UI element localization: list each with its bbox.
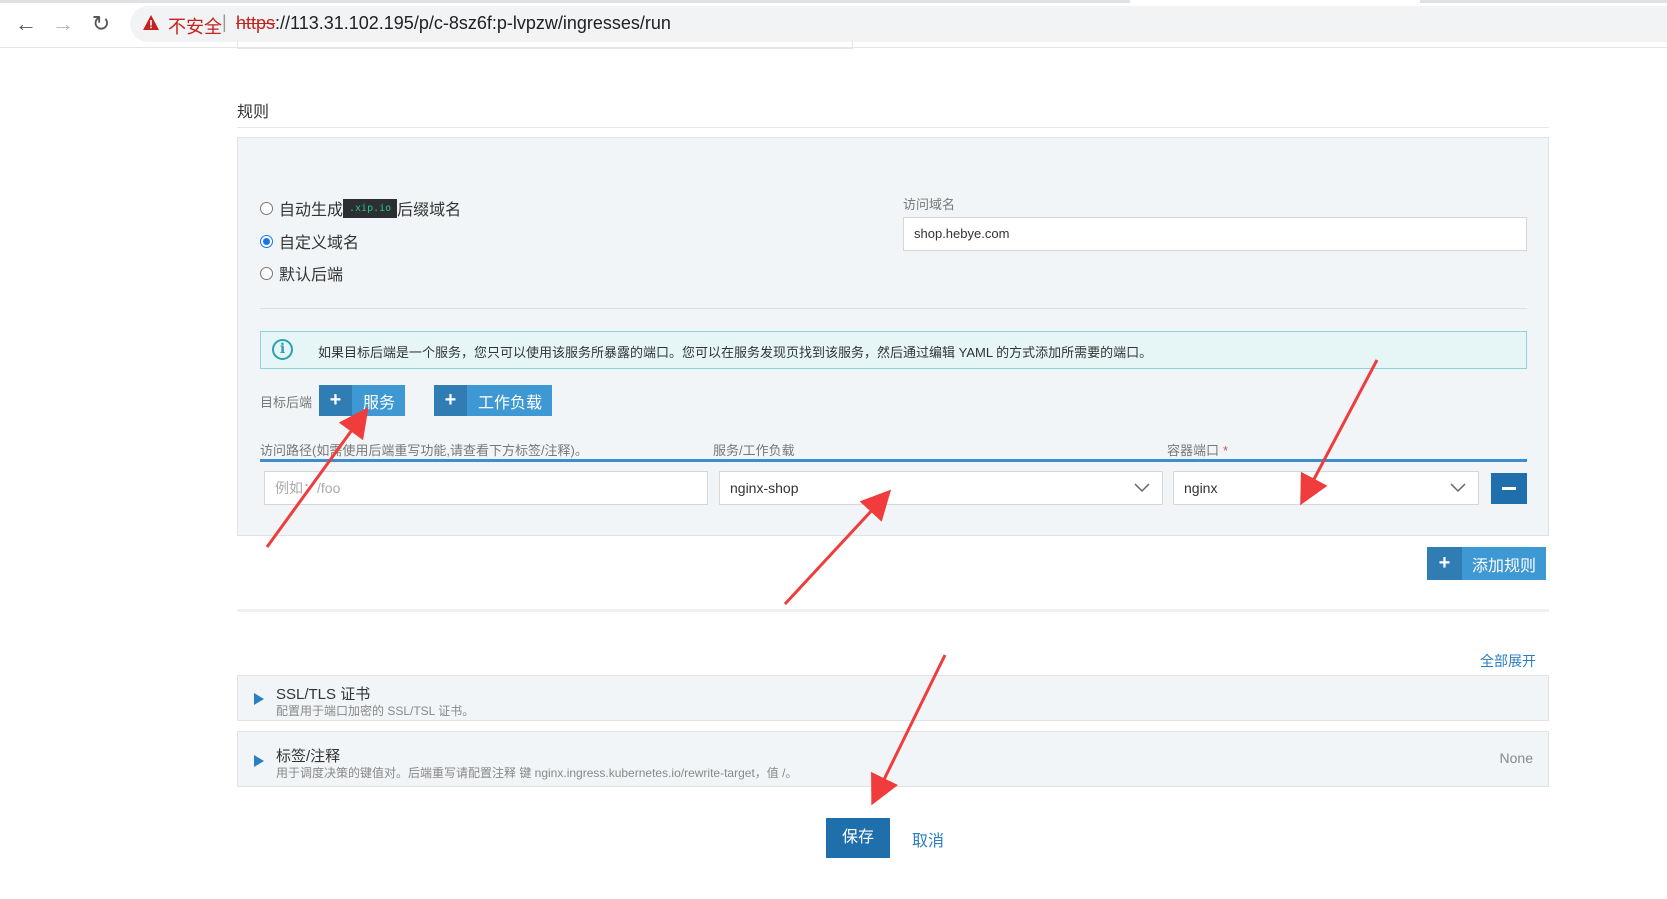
cancel-button[interactable]: 取消 xyxy=(912,827,944,851)
url-scheme: https xyxy=(236,13,276,33)
required-marker: * xyxy=(1223,443,1229,458)
info-icon: i xyxy=(272,339,293,360)
tab-strip-edge xyxy=(1420,0,1667,3)
info-message: 如果目标后端是一个服务，您只可以使用该服务所暴露的端口。您可以在服务发现页找到该… xyxy=(318,345,1153,360)
save-button[interactable]: 保存 xyxy=(826,818,890,858)
radio-default-backend[interactable]: 默认后端 xyxy=(260,261,343,285)
hostname-label: 访问域名 xyxy=(903,197,956,212)
radio-button[interactable] xyxy=(260,201,273,215)
port-select[interactable]: nginx xyxy=(1173,471,1479,505)
xip-suffix-code: .xip.io xyxy=(343,198,398,218)
radio-button[interactable] xyxy=(260,266,273,280)
add-service-label: 服务 xyxy=(363,394,396,412)
url-path: ://113.31.102.195/p/c-8sz6f:p-lvpzw/ingr… xyxy=(275,13,671,33)
radio-label: 默认后端 xyxy=(279,267,344,284)
address-separator: | xyxy=(222,12,227,32)
add-workload-button[interactable]: + 工作负载 xyxy=(434,385,553,416)
back-icon[interactable]: ← xyxy=(12,10,40,38)
chevron-down-icon xyxy=(1134,483,1150,493)
expand-triangle-icon xyxy=(254,755,264,767)
rule-panel: 自动生成 .xip.io 后缀域名 自定义域名 默认后端 访问域名 shop.h… xyxy=(237,137,1549,536)
accordion-labels[interactable]: 标签/注释 用于调度决策的键值对。后端重写请配置注释 键 nginx.ingre… xyxy=(237,731,1549,787)
radio-button-selected[interactable] xyxy=(260,234,273,248)
add-service-button[interactable]: + 服务 xyxy=(319,385,406,416)
expand-triangle-icon xyxy=(254,693,264,705)
service-select-value: nginx-shop xyxy=(730,480,799,496)
radio-label: 自定义域名 xyxy=(279,235,360,252)
path-input[interactable]: 例如：/foo xyxy=(264,471,708,505)
table-header-underline xyxy=(260,459,1527,462)
accordion-title: SSL/TLS 证书 xyxy=(276,686,371,703)
plus-icon: + xyxy=(434,385,467,416)
port-column-header: 容器端口 * xyxy=(1167,440,1228,459)
address-bar[interactable]: 不安全 | https://113.31.102.195/p/c-8sz6f:p… xyxy=(130,6,1667,42)
accordion-description: 配置用于端口加密的 SSL/TSL 证书。 xyxy=(276,704,475,718)
chevron-down-icon xyxy=(1450,483,1466,493)
rules-section-title: 规则 xyxy=(237,104,270,121)
info-banner: i 如果目标后端是一个服务，您只可以使用该服务所暴露的端口。您可以在服务发现页找… xyxy=(260,331,1527,369)
accordion-description: 用于调度决策的键值对。后端重写请配置注释 键 nginx.ingress.kub… xyxy=(276,766,798,780)
radio-custom-domain[interactable]: 自定义域名 xyxy=(260,229,359,253)
divider xyxy=(237,127,1549,128)
warning-icon xyxy=(143,15,159,30)
add-workload-label: 工作负载 xyxy=(478,394,543,412)
add-rule-button[interactable]: + 添加规则 xyxy=(1427,547,1547,580)
info-icon-cell: i xyxy=(261,332,303,368)
divider xyxy=(237,609,1549,612)
expand-all-link[interactable]: 全部展开 xyxy=(1480,651,1536,671)
plus-icon: + xyxy=(1427,547,1462,580)
minus-icon xyxy=(1502,487,1516,490)
path-column-header: 访问路径(如需使用后端重写功能,请查看下方标签/注释)。 xyxy=(260,443,588,458)
radio-auto-domain[interactable]: 自动生成 .xip.io 后缀域名 xyxy=(260,196,461,220)
accordion-title: 标签/注释 xyxy=(276,748,341,765)
plus-icon: + xyxy=(319,385,352,416)
previous-panel-edge xyxy=(237,40,853,49)
radio-label-prefix: 自动生成 xyxy=(279,202,344,219)
add-rule-label: 添加规则 xyxy=(1472,557,1537,575)
radio-label-suffix: 后缀域名 xyxy=(397,202,462,219)
target-backend-label: 目标后端 xyxy=(260,395,313,410)
reload-icon[interactable]: ↻ xyxy=(87,10,115,38)
accordion-ssl[interactable]: SSL/TLS 证书 配置用于端口加密的 SSL/TSL 证书。 xyxy=(237,675,1549,721)
divider xyxy=(260,308,1527,309)
accordion-summary: None xyxy=(1499,750,1533,766)
service-column-header: 服务/工作负载 xyxy=(713,443,795,458)
security-status: 不安全 xyxy=(168,17,222,37)
port-select-value: nginx xyxy=(1184,480,1218,496)
service-select[interactable]: nginx-shop xyxy=(719,471,1163,505)
remove-row-button[interactable] xyxy=(1491,473,1527,504)
hostname-input[interactable]: shop.hebye.com xyxy=(903,217,1527,251)
port-column-label: 容器端口 xyxy=(1167,443,1220,458)
tab-strip-edge xyxy=(0,0,1130,3)
forward-icon[interactable]: → xyxy=(49,10,77,38)
url-text: https://113.31.102.195/p/c-8sz6f:p-lvpzw… xyxy=(236,13,671,34)
